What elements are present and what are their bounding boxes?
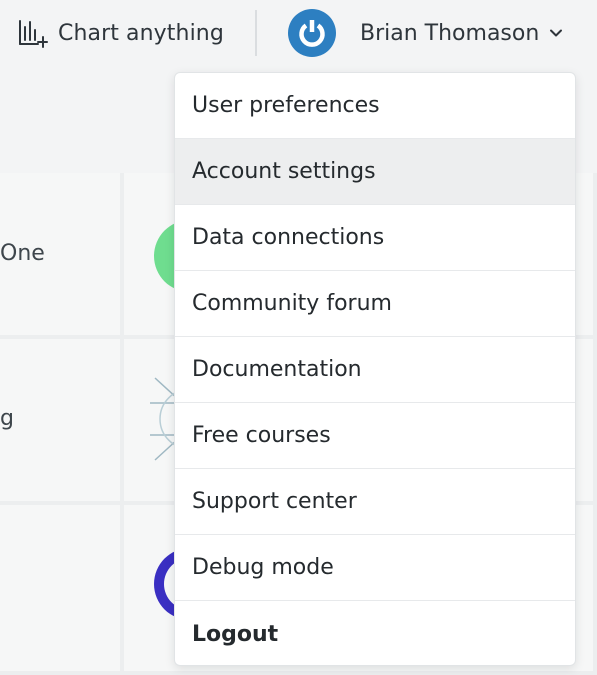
grid-cell-title: g [0,406,14,431]
user-menu-toggle[interactable]: Brian Thomason [288,9,563,57]
header-divider [255,10,257,56]
chevron-down-icon [550,29,563,37]
menu-item-documentation[interactable]: Documentation [175,337,575,403]
chart-anything-button[interactable]: Chart anything [18,16,224,50]
menu-item-data-connections[interactable]: Data connections [175,205,575,271]
grid-cell-title: One [0,241,45,266]
menu-item-account-settings[interactable]: Account settings [175,139,575,205]
top-bar: Chart anything Brian Thomason [0,0,597,66]
user-dropdown-menu: User preferences Account settings Data c… [174,72,576,666]
chart-anything-label: Chart anything [58,20,224,46]
grid-cell[interactable] [0,505,124,675]
menu-item-user-preferences[interactable]: User preferences [175,73,575,139]
power-icon [299,20,325,47]
user-name: Brian Thomason [360,20,540,46]
menu-item-free-courses[interactable]: Free courses [175,403,575,469]
chart-add-icon [19,20,48,48]
menu-item-community-forum[interactable]: Community forum [175,271,575,337]
menu-item-support-center[interactable]: Support center [175,469,575,535]
menu-item-debug-mode[interactable]: Debug mode [175,535,575,601]
menu-item-logout[interactable]: Logout [175,601,575,665]
avatar[interactable] [288,9,336,57]
grid-cell[interactable] [0,339,124,505]
